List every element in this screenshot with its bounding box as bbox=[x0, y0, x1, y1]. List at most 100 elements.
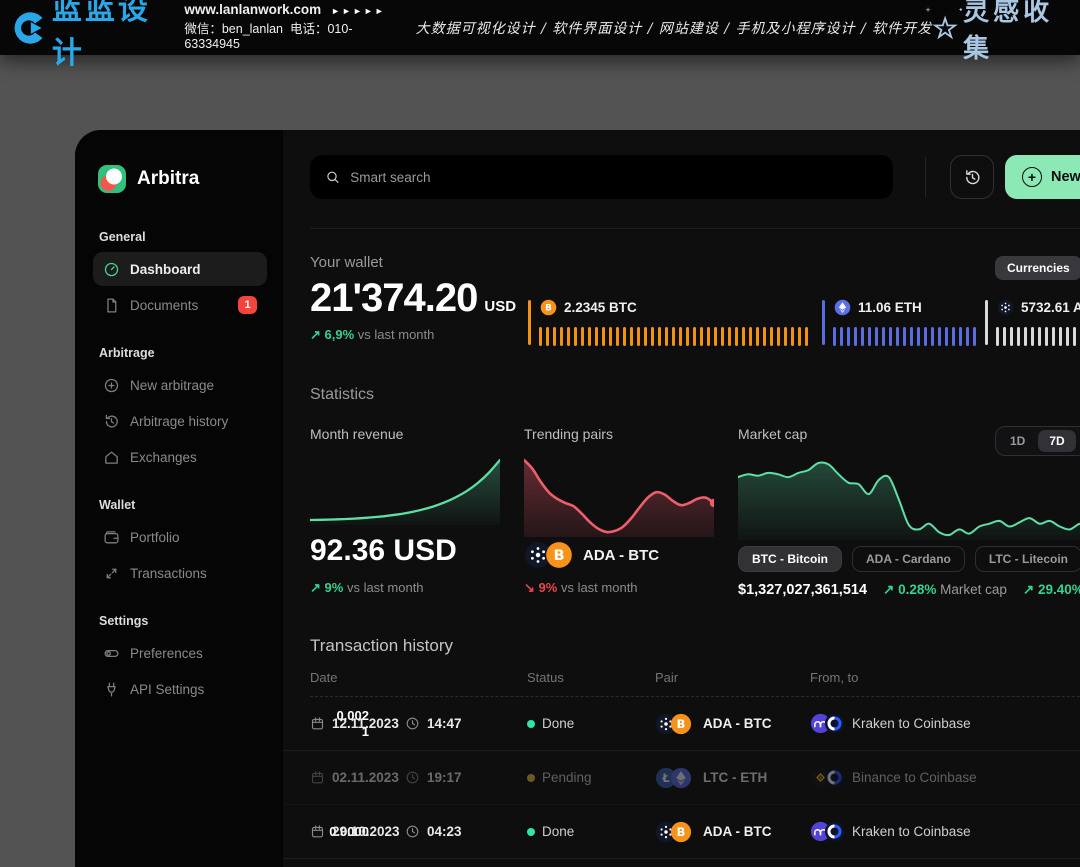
sidebar-item-documents[interactable]: Documents 1 bbox=[93, 288, 267, 322]
transaction-row[interactable]: 02.11.2023 19:17 Pending ŁLTC - ETH Bina… bbox=[283, 751, 1080, 805]
holding-btc: B 2.2345 BTC bbox=[528, 298, 822, 348]
holding-amount: 11.06 ETH bbox=[858, 300, 922, 315]
trending-pair-label: ADA - BTC bbox=[583, 547, 659, 564]
swap-icon bbox=[103, 565, 120, 582]
holding-bars bbox=[996, 327, 1080, 346]
trending-pair-delta: ↘ 9% vs last month bbox=[524, 580, 638, 596]
market-cap-stats: $1,327,027,361,514↗ 0.28% Market cap↗ 29… bbox=[738, 582, 1080, 598]
status-dot bbox=[527, 720, 535, 728]
collect-logo: ☆⁺˖ 灵感收集 bbox=[932, 0, 1068, 65]
transactions-title: Transaction history bbox=[310, 636, 453, 656]
sidebar-item-new-arbitrage[interactable]: New arbitrage bbox=[93, 368, 267, 402]
statistics-title: Statistics bbox=[310, 386, 374, 404]
dashboard-card: Arbitra General Dashboard Documents 1 Ar… bbox=[75, 130, 1080, 867]
sidebar-item-api-settings[interactable]: API Settings bbox=[93, 672, 267, 706]
holding-amount: 2.2345 BTC bbox=[564, 300, 637, 315]
table-body: 12.11.2023 14:47 Done BADA - BTC Kraken … bbox=[283, 697, 1080, 859]
plug-icon bbox=[103, 681, 120, 698]
sidebar-item-label: Arbitrage history bbox=[130, 414, 228, 429]
month-revenue-value: 92.36 USD bbox=[310, 534, 457, 568]
column-header-from-to: From, to bbox=[810, 670, 858, 685]
panel-trending-pairs: Trending pairs B ADA - BTC ↘ 9% vs last … bbox=[524, 426, 714, 442]
coin-pills: BTC - Bitcoin ADA - Cardano LTC - Litecoin… bbox=[738, 546, 1080, 572]
history-icon bbox=[103, 413, 120, 430]
sidebar-section-title: Arbitrage bbox=[99, 346, 263, 360]
lanlan-logo: 蓝蓝设计 bbox=[12, 0, 170, 72]
transaction-row[interactable]: 29.10.2023 04:23 Done BADA - BTC Kraken … bbox=[283, 805, 1080, 859]
dashboard-icon bbox=[103, 261, 120, 278]
pair-coin-icons: B bbox=[524, 541, 573, 569]
coin-pill-ltc-litecoin[interactable]: LTC - Litecoin bbox=[975, 546, 1080, 572]
balance-delta: ↗ 6,9% vs last month bbox=[310, 327, 434, 343]
calendar-icon bbox=[310, 770, 325, 785]
holding-divider bbox=[822, 300, 825, 345]
sidebar-item-exchanges[interactable]: Exchanges bbox=[93, 440, 267, 474]
search-bar[interactable] bbox=[310, 155, 893, 199]
sidebar-item-preferences[interactable]: Preferences bbox=[93, 636, 267, 670]
holding-label: 5732.61 ADA bbox=[997, 299, 1080, 316]
coinbase-coin-icon bbox=[824, 767, 845, 788]
cell-status: Done bbox=[527, 805, 574, 858]
holding-label: B 2.2345 BTC bbox=[540, 299, 637, 316]
collect-label: 灵感收集 bbox=[963, 0, 1068, 65]
range-selector: 1D7D1M bbox=[995, 426, 1080, 456]
range-1D[interactable]: 1D bbox=[999, 430, 1036, 452]
holding-label: 11.06 ETH bbox=[834, 299, 922, 316]
market-stat: ↗ 29.40% Volume (24 bbox=[1023, 582, 1080, 598]
cell-status: Done bbox=[527, 697, 574, 750]
holding-divider bbox=[528, 300, 531, 345]
history-button[interactable] bbox=[950, 155, 994, 199]
market-cap-value: $1,327,027,361,514 bbox=[738, 582, 867, 598]
svg-text:B: B bbox=[545, 304, 552, 314]
sidebar-item-transactions[interactable]: Transactions bbox=[93, 556, 267, 590]
arrows-decoration: ►►►►► bbox=[331, 6, 386, 16]
delta-arrow-icon: ↗ bbox=[310, 327, 321, 342]
btc-coin-icon: B bbox=[670, 821, 692, 843]
svg-text:Ł: Ł bbox=[661, 771, 670, 785]
sidebar-item-label: Portfolio bbox=[130, 530, 180, 545]
column-header-status: Status bbox=[527, 670, 564, 685]
file-icon bbox=[103, 297, 120, 314]
sidebar-item-dashboard[interactable]: Dashboard bbox=[93, 252, 267, 286]
wallet-tab-currencies[interactable]: Currencies bbox=[995, 256, 1080, 280]
trending-pairs-title: Trending pairs bbox=[524, 426, 714, 442]
eth-coin-icon bbox=[670, 767, 692, 789]
range-7D[interactable]: 7D bbox=[1038, 430, 1075, 452]
column-header-pair: Pair bbox=[655, 670, 678, 685]
search-input[interactable] bbox=[350, 170, 878, 185]
transaction-row[interactable]: 12.11.2023 14:47 Done BADA - BTC Kraken … bbox=[283, 697, 1080, 751]
notification-badge: 1 bbox=[238, 296, 257, 314]
sidebar-section-wallet: Wallet Portfolio Transactions bbox=[97, 498, 263, 590]
cell-date: 12.11.2023 bbox=[310, 697, 399, 750]
sidebar-item-arbitrage-history[interactable]: Arbitrage history bbox=[93, 404, 267, 438]
banner-website: www.lanlanwork.com bbox=[184, 2, 321, 17]
sidebar-item-label: Transactions bbox=[130, 566, 207, 581]
sidebar-section-title: Wallet bbox=[99, 498, 263, 512]
svg-text:B: B bbox=[553, 547, 564, 564]
wallet-tabs: CurrenciesE bbox=[995, 256, 1080, 280]
cell-pair: ŁLTC - ETH bbox=[655, 751, 767, 804]
new-arbitrage-button[interactable]: + New a bbox=[1005, 155, 1080, 199]
sidebar-item-portfolio[interactable]: Portfolio bbox=[93, 520, 267, 554]
month-revenue-delta: ↗ 9% vs last month bbox=[310, 580, 424, 596]
wallet-balance: 21'374.20 USD bbox=[310, 276, 516, 321]
banner-wechat: 微信：ben_lanlan bbox=[184, 22, 283, 36]
btc-coin-icon: B bbox=[545, 541, 573, 569]
cell-time: 14:47 bbox=[405, 697, 462, 750]
toggle-icon bbox=[103, 645, 120, 662]
home-icon bbox=[103, 449, 120, 466]
plus-circle-icon bbox=[103, 377, 120, 394]
sidebar-item-label: Dashboard bbox=[130, 262, 201, 277]
sidebar-item-label: Documents bbox=[130, 298, 198, 313]
holding-ada: 5732.61 ADA bbox=[985, 298, 1080, 348]
coinbase-coin-icon bbox=[824, 713, 845, 734]
coin-pill-btc-bitcoin[interactable]: BTC - Bitcoin bbox=[738, 546, 842, 572]
search-icon bbox=[325, 169, 340, 185]
calendar-icon bbox=[310, 716, 325, 731]
sidebar-section-general: General Dashboard Documents 1 bbox=[97, 230, 263, 322]
section-divider bbox=[310, 228, 1080, 229]
month-revenue-chart bbox=[310, 455, 500, 525]
app-brand-name: Arbitra bbox=[137, 168, 199, 190]
lanlan-logo-icon bbox=[12, 8, 48, 48]
coin-pill-ada-cardano[interactable]: ADA - Cardano bbox=[852, 546, 965, 572]
